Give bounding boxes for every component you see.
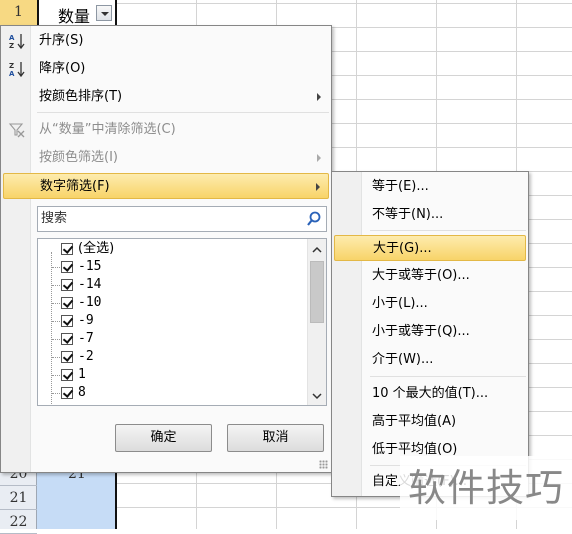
row-header-21[interactable]: 21 — [0, 486, 37, 510]
header-cell-label: 数量 — [58, 7, 91, 26]
svg-text:Z: Z — [9, 42, 14, 50]
list-item-label: (全选) — [78, 241, 115, 256]
submenu-item-greater-or-equal[interactable]: 大于或等于(O)... — [334, 263, 526, 289]
menu-item-filter-by-color[interactable]: 按颜色筛选(I) — [3, 145, 329, 171]
watermark-text: 软件技巧 — [400, 456, 572, 520]
row-header-1[interactable]: 1 — [0, 0, 37, 27]
submenu-item-not-equals[interactable]: 不等于(N)... — [334, 202, 526, 228]
tree-tick — [52, 267, 60, 268]
menu-item-number-filter[interactable]: 数字筛选(F) — [3, 173, 329, 199]
tree-tick — [52, 339, 60, 340]
tree-connector — [51, 252, 52, 405]
clear-filter-label: 从“数量”中清除筛选(C) — [39, 122, 176, 137]
sort-descending-icon: Z A — [8, 60, 26, 78]
scroll-down-icon[interactable] — [312, 390, 322, 400]
list-item-label: 1 — [78, 367, 86, 382]
list-item-label: -7 — [78, 331, 94, 346]
search-input[interactable]: 搜索 — [37, 206, 327, 232]
tree-tick — [52, 357, 60, 358]
checkbox-checked[interactable] — [61, 261, 73, 273]
search-icon[interactable] — [305, 210, 323, 228]
tree-tick — [52, 303, 60, 304]
number-filter-label: 数字筛选(F) — [40, 179, 110, 194]
list-item-label: -2 — [78, 349, 94, 364]
autofilter-menu: A Z 升序(S) Z A 降序(O) 按颜色排序(T) 从“数量”中清除筛选(… — [0, 25, 332, 473]
svg-text:A: A — [9, 34, 15, 42]
list-item-label: -14 — [78, 277, 102, 292]
resize-grip-icon[interactable] — [319, 460, 328, 469]
checkbox-checked[interactable] — [61, 333, 73, 345]
checkbox-checked[interactable] — [61, 369, 73, 381]
autofilter-dropdown-button[interactable] — [96, 5, 112, 21]
submenu-separator — [370, 230, 526, 231]
svg-text:A: A — [9, 70, 15, 78]
clear-filter-icon — [8, 121, 26, 139]
submenu-item-top-10[interactable]: 10 个最大的值(T)... — [334, 381, 526, 407]
sort-by-color-label: 按颜色排序(T) — [39, 89, 123, 104]
menu-separator — [37, 112, 329, 113]
selection-border-left — [37, 0, 39, 27]
checkbox-checked[interactable] — [61, 243, 73, 255]
menu-item-sort-ascending[interactable]: A Z 升序(S) — [3, 28, 329, 54]
sort-ascending-icon: A Z — [8, 32, 26, 50]
tree-tick — [52, 321, 60, 322]
tree-tick — [52, 375, 60, 376]
scroll-thumb[interactable] — [310, 261, 324, 323]
tree-tick — [52, 393, 60, 394]
menu-item-sort-descending[interactable]: Z A 降序(O) — [3, 56, 329, 82]
submenu-arrow-icon — [317, 154, 321, 162]
submenu-arrow-icon — [317, 93, 321, 101]
checkbox-checked[interactable] — [61, 315, 73, 327]
list-item-label: -15 — [78, 259, 102, 274]
submenu-item-less-or-equal[interactable]: 小于或等于(Q)... — [334, 319, 526, 345]
row-header-22[interactable]: 22 — [0, 510, 37, 534]
submenu-arrow-icon — [316, 183, 320, 191]
sort-descending-label: 降序(O) — [39, 61, 86, 76]
submenu-item-equals[interactable]: 等于(E)... — [334, 174, 526, 200]
checkbox-checked[interactable] — [61, 387, 73, 399]
checkbox-checked[interactable] — [61, 279, 73, 291]
submenu-separator — [370, 376, 526, 377]
menu-item-sort-by-color[interactable]: 按颜色排序(T) — [3, 84, 329, 110]
checkbox-checked[interactable] — [61, 297, 73, 309]
svg-text:Z: Z — [9, 62, 14, 70]
search-placeholder: 搜索 — [41, 211, 68, 226]
checkbox-checked[interactable] — [61, 351, 73, 363]
list-item-label: 8 — [78, 385, 86, 400]
cancel-button[interactable]: 取消 — [227, 424, 324, 452]
scroll-up-icon[interactable] — [312, 244, 322, 254]
submenu-item-greater-than[interactable]: 大于(G)... — [334, 235, 526, 261]
menu-item-clear-filter[interactable]: 从“数量”中清除筛选(C) — [3, 117, 329, 143]
filter-value-list[interactable]: (全选) -15 -14 -10 -9 -7 -2 1 8 — [37, 238, 327, 406]
sort-ascending-label: 升序(S) — [39, 33, 84, 48]
list-item-label: -10 — [78, 295, 102, 310]
ok-button[interactable]: 确定 — [115, 424, 212, 452]
tree-tick — [52, 285, 60, 286]
submenu-item-less-than[interactable]: 小于(L)... — [334, 291, 526, 317]
list-item-label: -9 — [78, 313, 94, 328]
filter-by-color-label: 按颜色筛选(I) — [39, 150, 118, 165]
number-filter-submenu: 等于(E)... 不等于(N)... 大于(G)... 大于或等于(O)... … — [331, 171, 529, 497]
submenu-item-above-average[interactable]: 高于平均值(A) — [334, 409, 526, 435]
list-scrollbar[interactable] — [307, 239, 326, 405]
submenu-item-between[interactable]: 介于(W)... — [334, 347, 526, 373]
